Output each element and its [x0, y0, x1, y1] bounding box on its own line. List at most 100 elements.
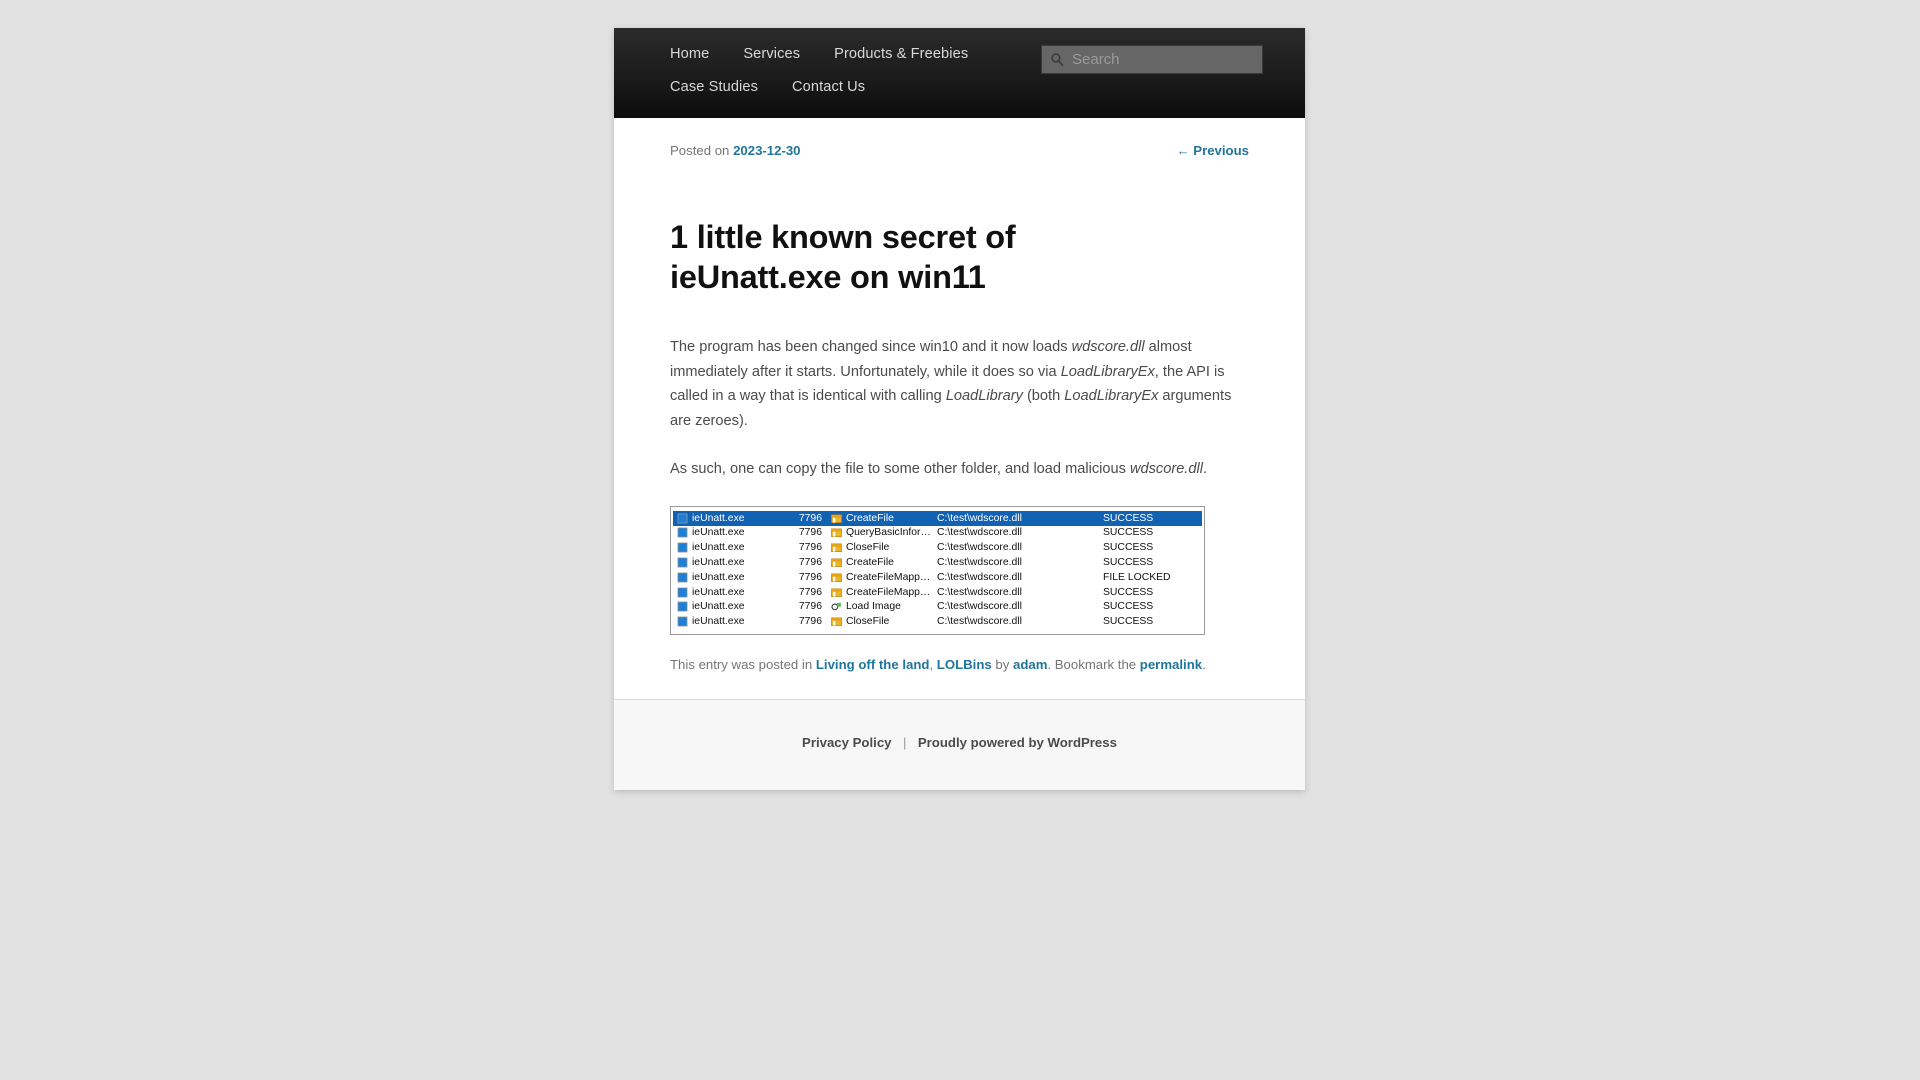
entry-body: 1 little known secret of ieUnatt.exe on …	[614, 218, 1305, 675]
main-content: Posted on 2023-12-30 ← Previous 1 little…	[614, 118, 1305, 700]
p1-text-4: (both	[1022, 388, 1065, 405]
folder-icon	[831, 573, 842, 582]
procmon-cell-process: ieUnatt.exe	[677, 572, 785, 583]
nav-row-2: Case Studies Contact Us	[614, 71, 1305, 104]
procmon-cell-result: SUCCESS	[1103, 512, 1154, 524]
p1-text-1: The program has been changed since win10…	[670, 339, 1072, 356]
permalink-link[interactable]: permalink	[1140, 657, 1202, 672]
load-image-icon	[831, 603, 841, 611]
procmon-process-name: ieUnatt.exe	[692, 616, 745, 628]
app-icon	[677, 528, 688, 538]
procmon-cell-path: C:\test\wdscore.dll	[937, 542, 1022, 554]
p1-em-loadlibraryex-2: LoadLibraryEx	[1064, 388, 1159, 405]
p1-em-loadlibraryex-1: LoadLibraryEx	[1060, 363, 1155, 380]
folder-icon	[831, 528, 842, 538]
procmon-row: ieUnatt.exe 7796 CreateFileMapp… C:\test\wd…	[673, 585, 1202, 600]
procmon-cell-operation: CreateFileMapp…	[831, 572, 937, 583]
author-link[interactable]: adam	[1013, 657, 1047, 672]
procmon-cell-result: SUCCESS	[1103, 586, 1154, 598]
procmon-cell-process: ieUnatt.exe	[677, 587, 785, 598]
procmon-operation-name: CreateFileMapp…	[846, 586, 931, 598]
p2-text-1: As such, one can copy the file to some o…	[670, 461, 1130, 478]
file-icon	[831, 514, 842, 523]
procmon-operation-name: QueryBasicInfor…	[846, 527, 931, 539]
procmon-row: ieUnatt.exe 7796 Load Image C:\test\wdscore…	[673, 600, 1202, 615]
procmon-row: ieUnatt.exe 7796 CreateFile C:\test\wdscore…	[673, 555, 1202, 570]
p1-em-loadlibrary: LoadLibrary	[945, 388, 1023, 405]
procmon-cell-result: SUCCESS	[1103, 601, 1154, 613]
p1-em-wdscore: wdscore.dll	[1071, 339, 1145, 356]
procmon-cell-process: ieUnatt.exe	[677, 527, 785, 538]
page-title: 1 little known secret of ieUnatt.exe on …	[670, 219, 1016, 295]
meta-text-by: by	[991, 657, 1013, 673]
page-background: Home Services Products & Freebies Case Stu…	[0, 0, 1920, 1080]
procmon-process-name: ieUnatt.exe	[692, 601, 745, 613]
procmon-cell-operation: CloseFile	[831, 542, 937, 553]
procmon-process-name: ieUnatt.exe	[692, 571, 745, 583]
search-form[interactable]	[1041, 45, 1273, 74]
procmon-process-name: ieUnatt.exe	[692, 512, 745, 524]
procmon-operation-name: CloseFile	[846, 542, 890, 554]
app-icon	[677, 572, 688, 583]
procmon-cell-result: SUCCESS	[1103, 527, 1154, 539]
procmon-operation-name: CreateFile	[846, 557, 894, 569]
footer-separator: |	[902, 735, 907, 751]
app-icon	[677, 587, 688, 598]
p2-em-wdscore: wdscore.dll	[1129, 461, 1203, 478]
procmon-cell-pid: 7796	[798, 586, 822, 598]
app-icon	[677, 602, 688, 612]
procmon-cell-pid: 7796	[798, 571, 822, 583]
procmon-cell-result: SUCCESS	[1103, 557, 1154, 569]
app-icon	[677, 616, 688, 627]
procmon-cell-operation: Load Image	[831, 601, 937, 612]
procmon-operation-name: Load Image	[846, 601, 901, 613]
procmon-cell-operation: CreateFileMapp…	[831, 587, 937, 598]
paragraph-2: As such, one can copy the file to some o…	[670, 457, 1249, 482]
wordpress-credit-link[interactable]: Proudly powered by WordPress	[918, 735, 1117, 750]
p2-text-2: .	[1202, 461, 1208, 478]
nav-item-services[interactable]: Services	[743, 38, 800, 71]
procmon-operation-name: CreateFile	[846, 512, 894, 524]
meta-text-bookmark: . Bookmark the	[1047, 657, 1140, 673]
folder-icon	[831, 543, 842, 553]
search-input[interactable]	[1070, 50, 1273, 69]
procmon-cell-pid: 7796	[798, 616, 822, 628]
nav-item-contact-us[interactable]: Contact Us	[792, 71, 865, 104]
folder-icon	[831, 588, 842, 597]
procmon-cell-path: C:\test\wdscore.dll	[937, 571, 1022, 583]
procmon-cell-process: ieUnatt.exe	[677, 601, 785, 612]
procmon-row: ieUnatt.exe 7796 CreateFile C:\test\wdscore…	[673, 510, 1202, 526]
procmon-row: ieUnatt.exe 7796 CloseFile C:\test\wdscore.…	[673, 540, 1202, 555]
entry-meta: This entry was posted in Living off the …	[670, 655, 1249, 675]
folder-icon	[831, 558, 842, 568]
procmon-cell-result: SUCCESS	[1103, 616, 1154, 628]
privacy-policy-link[interactable]: Privacy Policy	[802, 735, 891, 750]
procmon-cell-operation: CloseFile	[831, 616, 937, 627]
nav-item-case-studies[interactable]: Case Studies	[670, 71, 758, 104]
procmon-operation-name: CreateFileMapp…	[846, 571, 931, 583]
procmon-screenshot-image: ieUnatt.exe 7796 CreateFile C:\test\wdscore…	[670, 505, 1205, 636]
site-container: Home Services Products & Freebies Case Stu…	[614, 28, 1305, 791]
procmon-process-name: ieUnatt.exe	[692, 527, 745, 539]
procmon-process-name: ieUnatt.exe	[692, 557, 745, 569]
procmon-cell-pid: 7796	[798, 557, 822, 569]
procmon-cell-process: ieUnatt.exe	[677, 616, 785, 627]
procmon-cell-process: ieUnatt.exe	[677, 557, 785, 568]
procmon-cell-path: C:\test\wdscore.dll	[937, 512, 1022, 524]
app-icon	[677, 557, 688, 568]
previous-post-link[interactable]: ← Previous	[1176, 143, 1249, 158]
paragraph-1: The program has been changed since win10…	[670, 335, 1249, 433]
nav-item-products-freebies[interactable]: Products & Freebies	[834, 38, 968, 71]
procmon-row: ieUnatt.exe 7796 CloseFile C:\test\wdscore.…	[673, 614, 1202, 629]
procmon-cell-pid: 7796	[798, 527, 822, 539]
category-link-lolbins[interactable]: LOLBins	[937, 657, 992, 672]
category-link-living-off-the-land[interactable]: Living off the land	[816, 657, 930, 672]
procmon-cell-operation: CreateFile	[831, 557, 937, 568]
post-date-link[interactable]: 2023-12-30	[733, 143, 800, 158]
nav-item-home[interactable]: Home	[670, 38, 709, 71]
nav-previous: ← Previous	[1176, 142, 1249, 160]
procmon-cell-result: SUCCESS	[1103, 542, 1154, 554]
search-icon	[1051, 53, 1064, 67]
procmon-cell-operation: CreateFile	[831, 513, 937, 524]
procmon-cell-pid: 7796	[798, 601, 822, 613]
